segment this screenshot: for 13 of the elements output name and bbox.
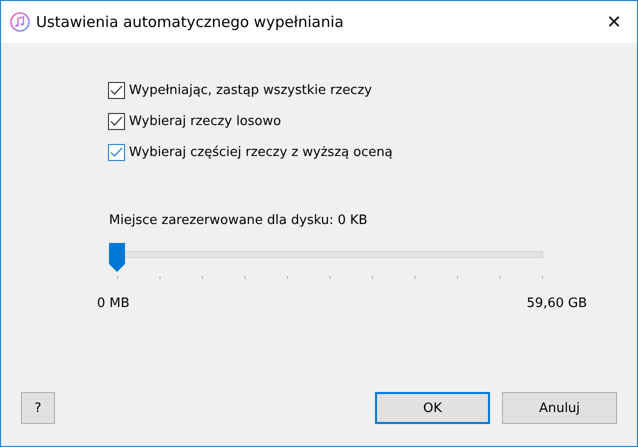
min-value: 0 MB: [97, 296, 130, 311]
checkbox-label: Wybieraj częściej rzeczy z wyższą oceną: [129, 145, 393, 160]
music-note-icon: [10, 12, 30, 32]
cancel-button[interactable]: Anuluj: [502, 392, 617, 424]
close-button[interactable]: ✕: [591, 1, 637, 43]
window-title: Ustawienia automatycznego wypełniania: [36, 13, 345, 31]
checkbox-label: Wypełniając, zastąp wszystkie rzeczy: [129, 83, 372, 98]
max-value: 59,60 GB: [526, 296, 587, 311]
ok-button[interactable]: OK: [375, 392, 490, 424]
slider-label: Miejsce zarezerwowane dla dysku: 0 KB: [109, 213, 368, 228]
slider-thumb[interactable]: [108, 242, 126, 273]
help-button[interactable]: ?: [21, 392, 55, 424]
checkbox-label: Wybieraj rzeczy losowo: [129, 114, 282, 129]
